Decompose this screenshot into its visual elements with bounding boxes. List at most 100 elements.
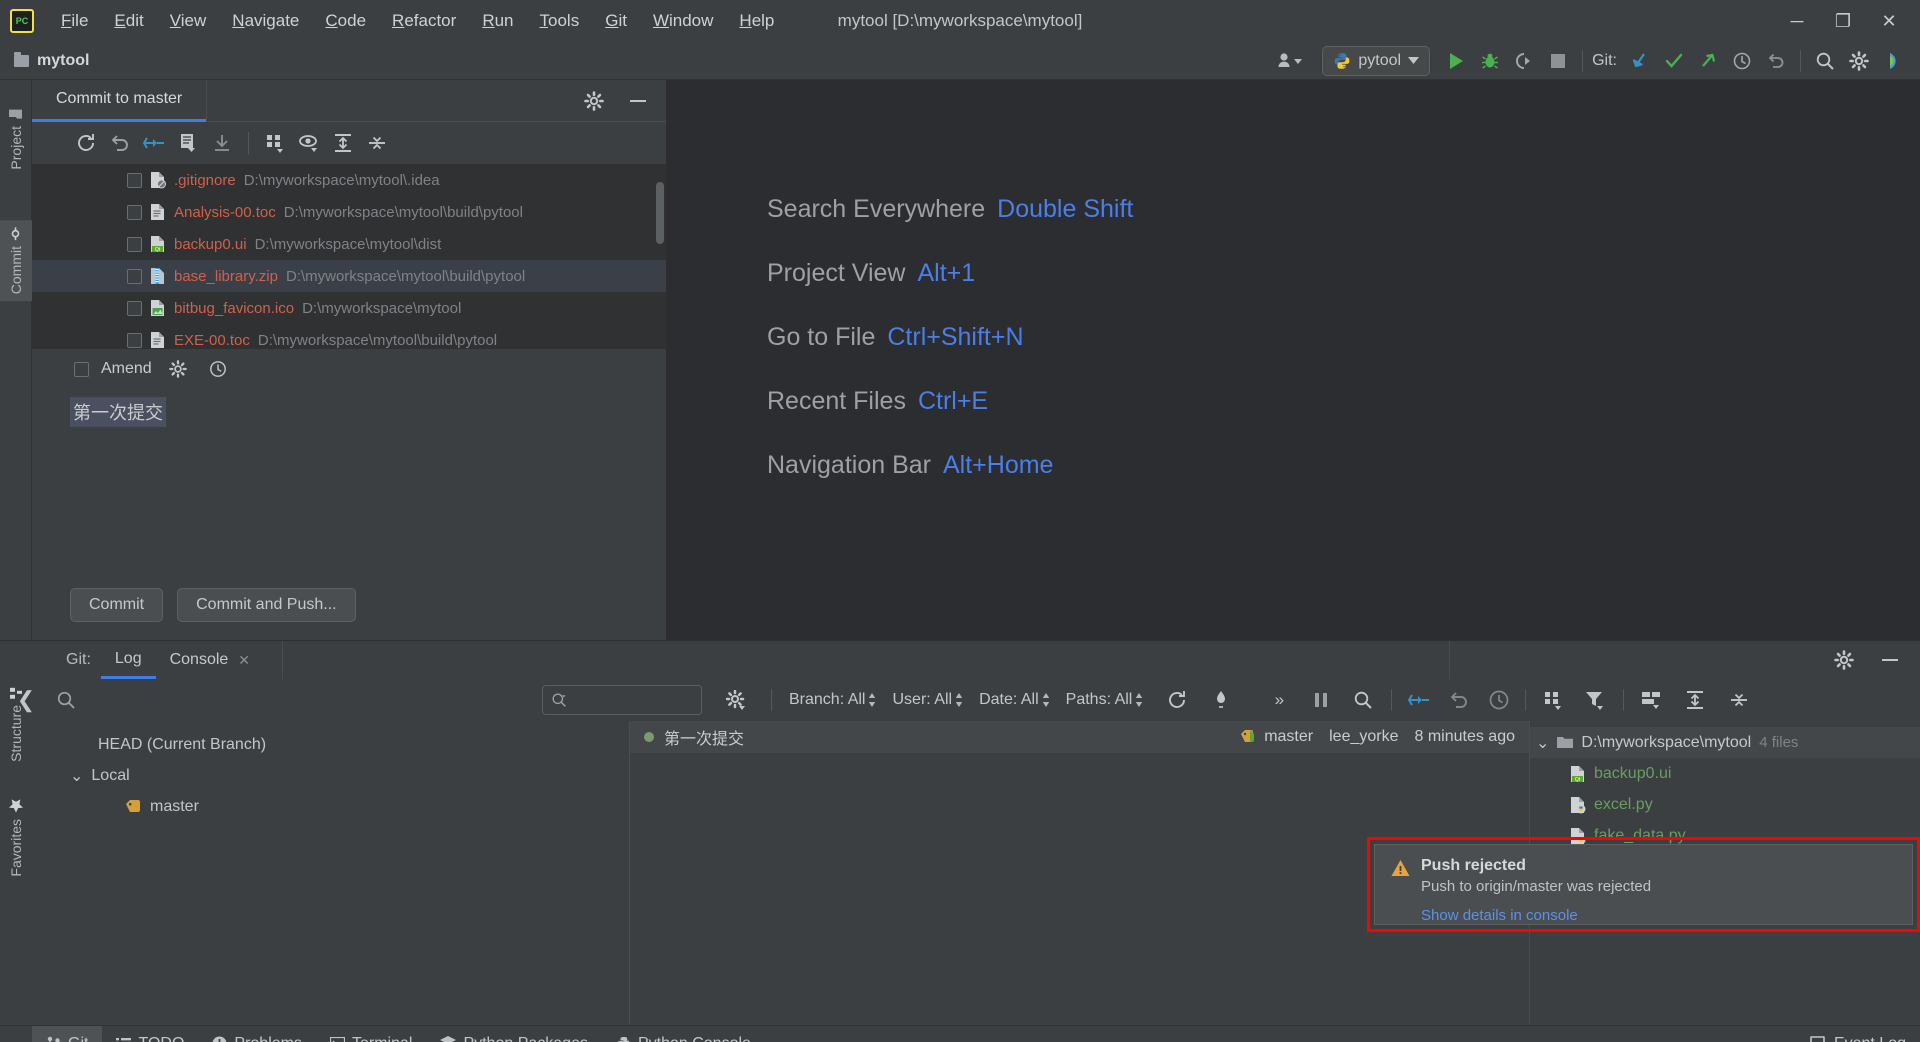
stop-button[interactable] [1541, 46, 1575, 76]
file-checkbox[interactable] [127, 300, 142, 316]
refresh-changes-icon[interactable] [72, 129, 100, 157]
close-console-icon[interactable]: ✕ [238, 652, 250, 669]
log-filter-date[interactable]: Date: All [979, 691, 1050, 709]
git-rollback-icon[interactable] [1759, 46, 1793, 76]
menu-run[interactable]: Run [469, 9, 526, 33]
search-icon[interactable] [1808, 46, 1842, 76]
minimize-button[interactable]: ─ [1774, 3, 1820, 39]
bottom-tab-python-console[interactable]: Python Console [602, 1026, 765, 1042]
changed-file-row[interactable]: Analysis-00.toc D:\myworkspace\mytool\bui… [32, 196, 666, 228]
commit-button[interactable]: Commit [70, 588, 164, 622]
menu-tools[interactable]: Tools [527, 9, 593, 33]
log-refresh-icon[interactable] [1163, 686, 1191, 714]
log-filter-gear-icon[interactable] [722, 686, 750, 714]
bottom-tab-python-packages[interactable]: Python Packages [426, 1026, 602, 1042]
branch-tree[interactable]: HEAD (Current Branch) ⌄ Local master [0, 721, 630, 1025]
details-group-by-icon[interactable] [1539, 686, 1567, 714]
changed-file-row[interactable]: EXE-00.toc D:\myworkspace\mytool\build\py… [32, 324, 666, 349]
details-layout-icon[interactable] [1637, 686, 1665, 714]
menu-navigate[interactable]: Navigate [219, 9, 312, 33]
git-window-hide-icon[interactable] [1876, 646, 1904, 674]
branch-search-icon[interactable] [52, 686, 80, 714]
log-filter-user[interactable]: User: All [892, 691, 963, 709]
details-filter-icon[interactable] [1581, 686, 1609, 714]
branch-tree-row[interactable]: ⌄ Local [0, 760, 629, 791]
tab-commit-to-master[interactable]: Commit to master [32, 80, 207, 122]
sidebar-item-favorites[interactable]: Favorites [0, 792, 32, 884]
collapse-all-icon[interactable] [363, 129, 391, 157]
log-filter-branch[interactable]: Branch: All [789, 691, 876, 709]
preview-eye-icon[interactable] [295, 129, 323, 157]
run-button[interactable] [1439, 46, 1473, 76]
bottom-tab-problems[interactable]: Problems [198, 1026, 316, 1042]
bottom-tab-todo[interactable]: TODO [102, 1026, 198, 1042]
sidebar-item-project[interactable]: Project [0, 102, 32, 177]
menu-help[interactable]: Help [726, 9, 787, 33]
commit-detail-file-row[interactable]: excel.py [1530, 789, 1920, 820]
changed-file-row[interactable]: bitbug_favicon.ico D:\myworkspace\mytool [32, 292, 666, 324]
changed-files-list[interactable]: .gitignore D:\myworkspace\mytool\.idea Ana… [32, 164, 666, 349]
commit-message-area[interactable]: 第一次提交 [32, 389, 666, 570]
debug-button[interactable] [1473, 46, 1507, 76]
menu-view[interactable]: View [157, 9, 220, 33]
sidebar-item-commit[interactable]: Commit [0, 220, 32, 302]
details-collapse-all-icon[interactable] [1725, 686, 1753, 714]
breadcrumb-project[interactable]: mytool [37, 52, 89, 70]
file-checkbox[interactable] [127, 268, 142, 284]
changed-file-row[interactable]: .gitignore D:\myworkspace\mytool\.idea [32, 164, 666, 196]
details-root-row[interactable]: ⌄ D:\myworkspace\mytool 4 files [1530, 727, 1920, 758]
commit-list-row[interactable]: 第一次提交 master lee_yorke 8 minutes ago [630, 721, 1529, 753]
file-checkbox[interactable] [127, 172, 142, 188]
details-expand-all-icon[interactable] [1681, 686, 1709, 714]
file-list-scrollbar[interactable] [656, 182, 664, 244]
download-changes-icon[interactable] [208, 129, 236, 157]
bottom-tab-terminal[interactable]: Terminal [316, 1026, 426, 1042]
expand-all-icon[interactable] [329, 129, 357, 157]
chevron-down-icon[interactable]: ⌄ [1536, 733, 1549, 753]
menu-git[interactable]: Git [592, 9, 640, 33]
git-push-icon[interactable] [1691, 46, 1725, 76]
commit-and-push-button[interactable]: Commit and Push... [177, 588, 356, 622]
git-commit-icon[interactable] [1657, 46, 1691, 76]
git-window-settings-gear-icon[interactable] [1830, 646, 1858, 674]
file-checkbox[interactable] [127, 204, 142, 220]
sidebar-item-structure[interactable]: Structure [0, 680, 32, 769]
menu-file[interactable]: File [48, 9, 101, 33]
details-collapse-diff-icon[interactable] [1405, 686, 1433, 714]
collapse-diff-icon[interactable] [140, 129, 168, 157]
push-rejected-notification[interactable]: Push rejected Push to origin/master was … [1374, 844, 1913, 925]
log-search-input[interactable] [542, 685, 702, 715]
event-log-button[interactable]: Event Log [1809, 1035, 1920, 1042]
commit-detail-file-row[interactable]: Qt backup0.ui [1530, 758, 1920, 789]
user-avatar-icon[interactable] [1267, 46, 1313, 76]
rollback-icon[interactable] [106, 129, 134, 157]
search-everywhere-badge-icon[interactable] [1876, 46, 1910, 76]
commit-hide-icon[interactable] [624, 87, 652, 115]
log-intellisort-icon[interactable] [1207, 686, 1235, 714]
git-update-project-icon[interactable] [1623, 46, 1657, 76]
log-pause-icon[interactable] [1307, 686, 1335, 714]
run-configuration-selector[interactable]: pytool [1322, 45, 1431, 76]
changed-file-row[interactable]: base_library.zip D:\myworkspace\mytool\bu… [32, 260, 666, 292]
menu-code[interactable]: Code [312, 9, 379, 33]
file-checkbox[interactable] [127, 332, 142, 348]
details-rollback-icon[interactable] [1445, 686, 1473, 714]
log-search-toggle-icon[interactable] [1349, 686, 1377, 714]
bottom-tab-git[interactable]: Git [32, 1025, 103, 1042]
show-diff-icon[interactable] [174, 129, 202, 157]
commit-options-gear-icon[interactable] [164, 355, 192, 383]
chevron-down-icon[interactable]: ⌄ [70, 766, 83, 786]
git-history-icon[interactable] [1725, 46, 1759, 76]
tab-console[interactable]: Console ✕ [156, 641, 264, 679]
show-details-in-console-link[interactable]: Show details in console [1421, 907, 1651, 924]
amend-checkbox[interactable] [74, 361, 89, 377]
branch-tree-row[interactable]: HEAD (Current Branch) [0, 729, 629, 760]
maximize-button[interactable]: ❐ [1820, 3, 1866, 39]
log-filter-paths[interactable]: Paths: All [1066, 691, 1144, 709]
log-overflow-icon[interactable]: » [1265, 686, 1293, 714]
details-history-icon[interactable] [1485, 686, 1513, 714]
menu-window[interactable]: Window [640, 9, 726, 33]
commit-message-history-icon[interactable] [204, 355, 232, 383]
group-by-icon[interactable] [261, 129, 289, 157]
menu-refactor[interactable]: Refactor [379, 9, 469, 33]
